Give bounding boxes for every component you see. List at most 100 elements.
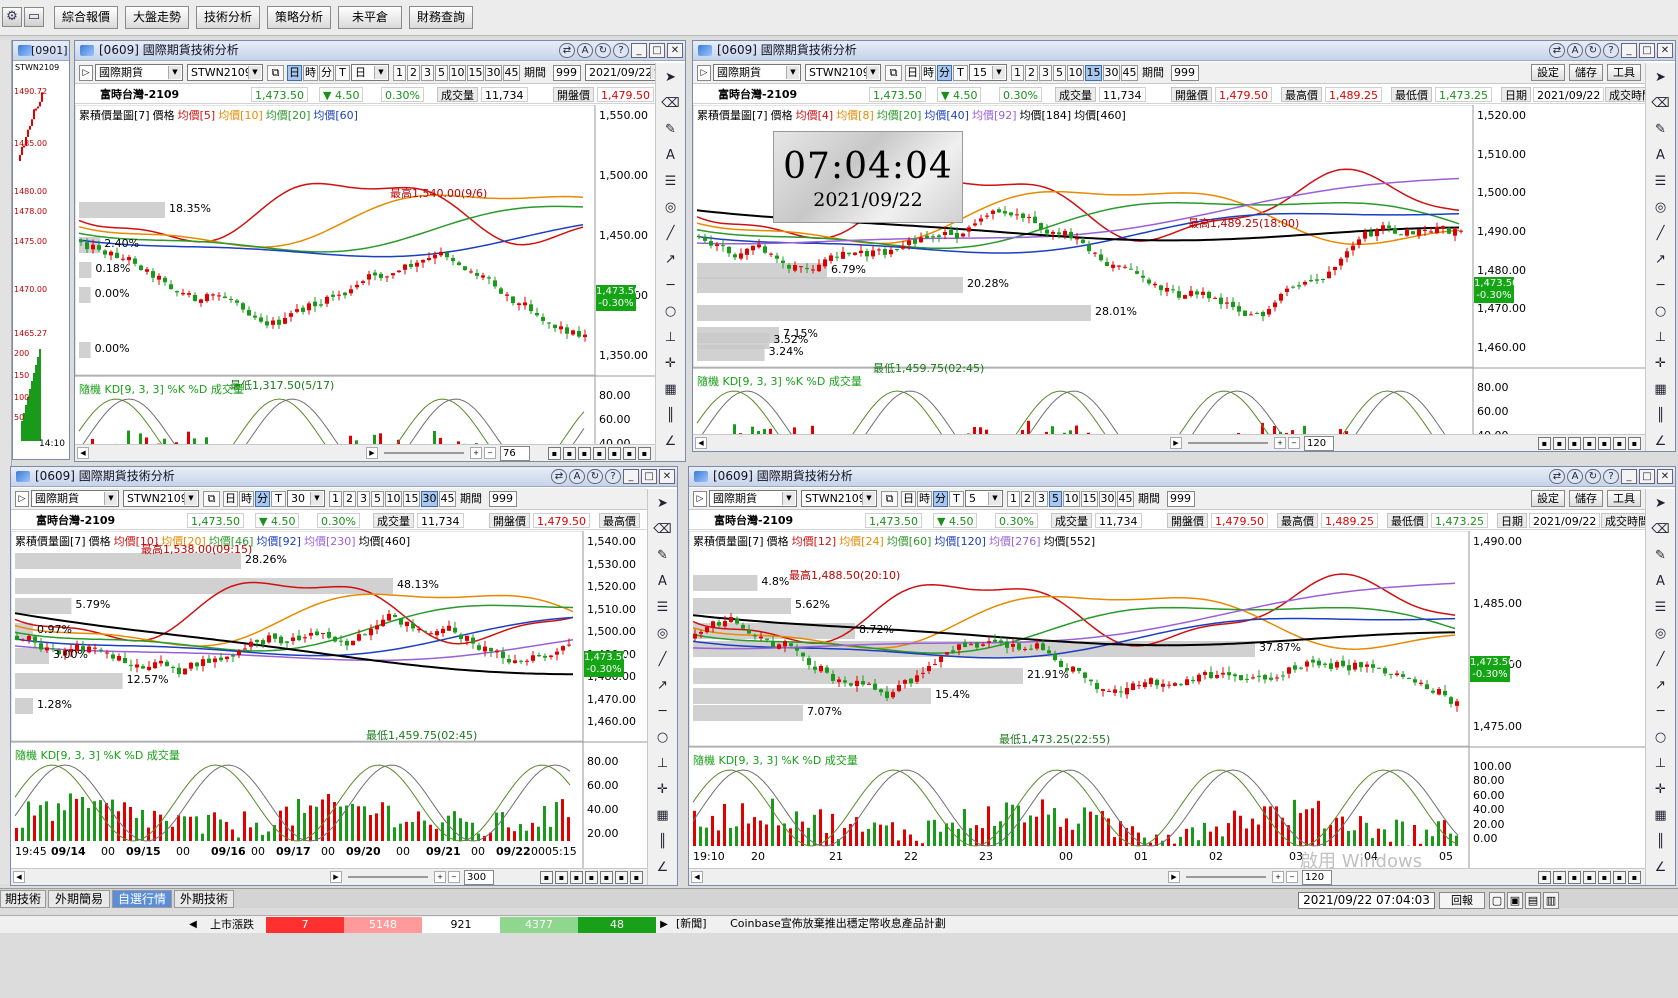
crosshair-icon[interactable]: ✛ (652, 779, 674, 801)
play-icon[interactable]: ▷ (79, 65, 93, 81)
market-trend-button[interactable]: 大盤走勢 (125, 6, 189, 29)
num-30-button[interactable]: 30 (1099, 491, 1116, 507)
settings-button[interactable]: 設定 (1531, 490, 1565, 507)
link-icon[interactable]: ⇄ (551, 469, 567, 484)
text-icon[interactable]: A (660, 145, 682, 167)
interval-1-button[interactable]: 時 (917, 491, 932, 507)
help-icon[interactable]: ? (605, 469, 621, 484)
bar-count-input[interactable]: 300 (464, 870, 494, 885)
pause-icon[interactable]: ▪ (563, 447, 576, 460)
mini-chart-window[interactable]: [0901] STWN2109 1490.72 1485.00 1480.00 147… (12, 40, 70, 460)
interval-2-button[interactable]: 分 (255, 491, 270, 507)
back-icon[interactable]: ▪ (548, 447, 561, 460)
minimize-icon[interactable]: _ (631, 43, 647, 58)
chart-icon[interactable]: ▪ (600, 871, 613, 884)
eraser-icon[interactable]: ⌫ (1650, 93, 1672, 115)
num-3-button[interactable]: 3 (357, 491, 370, 507)
export-icon[interactable]: ▪ (1628, 437, 1641, 450)
copy-icon[interactable]: ⧉ (267, 65, 284, 81)
scroll-right-icon[interactable]: ▶ (1168, 871, 1180, 883)
interval-1-button[interactable]: 時 (239, 491, 254, 507)
interval-0-button[interactable]: 日 (901, 491, 916, 507)
play-icon[interactable]: ▷ (697, 65, 711, 81)
cursor-icon[interactable]: ➤ (1650, 493, 1672, 515)
pen-icon[interactable]: ✎ (652, 545, 674, 567)
chart-icon[interactable]: ▪ (1598, 871, 1611, 884)
num-1-button[interactable]: 1 (393, 65, 406, 81)
paint-icon[interactable]: ◎ (1650, 623, 1672, 645)
copy-icon[interactable]: ⧉ (881, 491, 898, 507)
zoom-out-icon[interactable]: − (448, 871, 460, 883)
period-input[interactable]: 999 (1171, 65, 1199, 81)
close-icon[interactable]: ✕ (1657, 43, 1673, 58)
zoom-slider[interactable] (1186, 876, 1266, 878)
pause-icon[interactable]: ▪ (1553, 871, 1566, 884)
zoom-slider[interactable] (384, 452, 464, 454)
export-icon[interactable]: ▪ (630, 871, 643, 884)
bar-count-input[interactable]: 120 (1304, 436, 1334, 451)
copy-icon[interactable]: ⧉ (885, 65, 902, 81)
print-icon[interactable]: ▪ (585, 871, 598, 884)
num-5-button[interactable]: 5 (1053, 65, 1066, 81)
crosshair-icon[interactable]: ✛ (1650, 353, 1672, 375)
num-15-button[interactable]: 15 (1085, 65, 1102, 81)
gear-small-icon[interactable]: ▪ (615, 871, 628, 884)
open-interest-button[interactable]: 未平倉 (338, 6, 402, 29)
help-icon[interactable]: ? (613, 43, 629, 58)
grid-icon[interactable]: ▦ (1650, 805, 1672, 827)
market-select[interactable]: 國際期貨 ▼ (709, 490, 797, 507)
menu-icon[interactable]: ☰ (660, 171, 682, 193)
period-select[interactable]: 5 ▼ (965, 490, 1003, 507)
pen-icon[interactable]: ✎ (660, 119, 682, 141)
interval-0-button[interactable]: 日 (287, 65, 302, 81)
eraser-icon[interactable]: ⌫ (1650, 519, 1672, 541)
alert-icon[interactable]: A (569, 469, 585, 484)
maximize-icon[interactable]: □ (1639, 469, 1655, 484)
tools-button[interactable]: 工具 (1607, 64, 1641, 81)
num-1-button[interactable]: 1 (329, 491, 342, 507)
link-icon[interactable]: ⇄ (1549, 469, 1565, 484)
num-2-button[interactable]: 2 (1025, 65, 1038, 81)
eraser-icon[interactable]: ⌫ (660, 93, 682, 115)
pen-icon[interactable]: ✎ (1650, 119, 1672, 141)
line-icon[interactable]: ╱ (1650, 223, 1672, 245)
minimize-icon[interactable]: _ (1621, 469, 1637, 484)
help-icon[interactable]: ? (1603, 469, 1619, 484)
window-titlebar[interactable]: [0609] 國際期貨技術分析 ⇄ A ↻? _ □ ✕ (75, 41, 685, 61)
tools-button[interactable]: 工具 (1607, 490, 1641, 507)
num-1-button[interactable]: 1 (1011, 65, 1024, 81)
maximize-icon[interactable]: □ (1639, 43, 1655, 58)
num-3-button[interactable]: 3 (1035, 491, 1048, 507)
help-icon[interactable]: ? (1603, 43, 1619, 58)
scroll-right-icon[interactable]: ▶ (330, 871, 342, 883)
back-icon[interactable]: ▪ (1538, 437, 1551, 450)
chart-window-daily[interactable]: [0609] 國際期貨技術分析 ⇄ A ↻? _ □ ✕ ▷ 國際期貨 ▼ STWN2109 ▼ ⧉ 日時… (74, 40, 686, 462)
zoom-in-icon[interactable]: + (1272, 871, 1284, 883)
num-1-button[interactable]: 1 (1007, 491, 1020, 507)
chart-icon[interactable]: ▪ (1598, 437, 1611, 450)
crosshair-icon[interactable]: ✛ (1650, 779, 1672, 801)
zoom-in-icon[interactable]: + (434, 871, 446, 883)
chart-window-15min[interactable]: [0609] 國際期貨技術分析 ⇄ A ↻? _ □ ✕ ▷ 國際期貨 ▼ STWN2109 ▼ ⧉ 日時… (692, 40, 1676, 452)
symbol-select[interactable]: STWN2109 ▼ (123, 490, 199, 507)
angle-icon[interactable]: ∠ (1650, 857, 1672, 879)
camera-icon[interactable]: ▪ (570, 871, 583, 884)
num-45-button[interactable]: 45 (439, 491, 456, 507)
interval-2-button[interactable]: 分 (933, 491, 948, 507)
num-15-button[interactable]: 15 (1081, 491, 1098, 507)
tab-technical[interactable]: 期技術 (0, 890, 46, 908)
window-titlebar[interactable]: [0609] 國際期貨技術分析 ⇄ A ↻? _ □ ✕ (689, 467, 1675, 487)
camera-icon[interactable]: ▪ (1568, 437, 1581, 450)
num-10-button[interactable]: 10 (385, 491, 402, 507)
pause-icon[interactable]: ▪ (555, 871, 568, 884)
symbol-select[interactable]: STWN2109 ▼ (805, 64, 881, 81)
close-icon[interactable]: ✕ (1657, 469, 1673, 484)
back-icon[interactable]: ▪ (1538, 871, 1551, 884)
refresh-icon[interactable]: ↻ (587, 469, 603, 484)
grid-icon[interactable]: ▦ (1650, 379, 1672, 401)
angle-icon[interactable]: ∠ (660, 431, 682, 453)
print-icon[interactable]: ▪ (1583, 871, 1596, 884)
gear-icon[interactable]: ⚙ (2, 7, 22, 27)
pin-icon[interactable]: ⊥ (1650, 753, 1672, 775)
arrow-icon[interactable]: ↗ (1650, 249, 1672, 271)
